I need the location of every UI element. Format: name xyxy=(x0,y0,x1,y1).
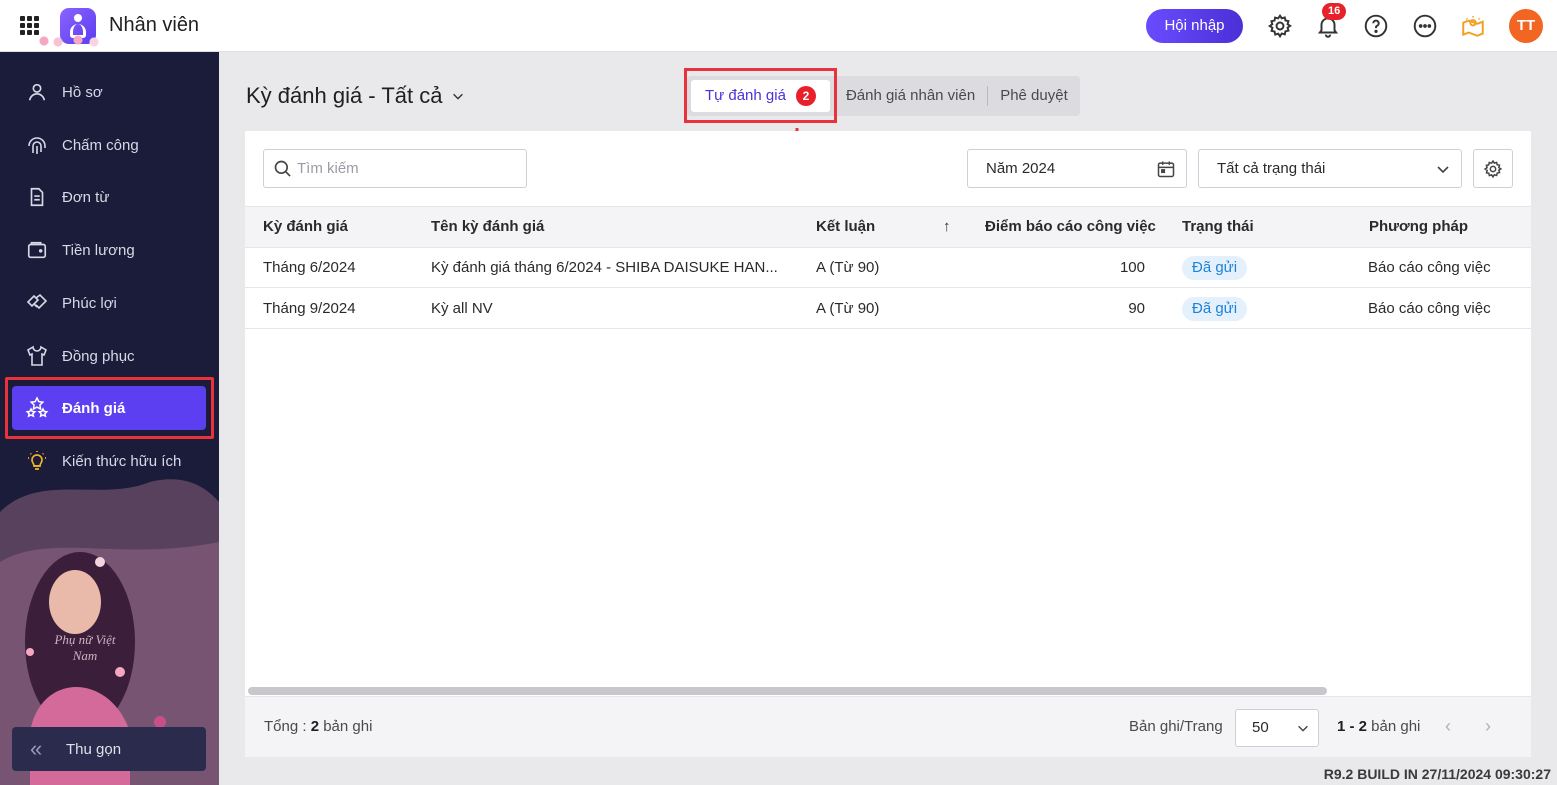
chevron-down-icon xyxy=(1298,725,1308,732)
cell-score: 100 xyxy=(1119,259,1145,276)
cell-name: Kỳ all NV xyxy=(431,300,493,317)
column-header[interactable]: Phương pháp xyxy=(1369,207,1468,247)
cell-period: Tháng 9/2024 xyxy=(263,300,356,317)
highlight-box xyxy=(5,377,214,439)
next-page-icon[interactable]: › xyxy=(1485,716,1491,737)
cell-conclusion: A (Từ 90) xyxy=(816,300,880,317)
sidebar-item-label: Đơn từ xyxy=(62,188,110,206)
chevron-down-icon xyxy=(1437,166,1449,174)
content-card: Năm 2024 Tất cả trạng thái Kỳ đánh giá T… xyxy=(245,131,1531,757)
fingerprint-icon xyxy=(24,132,50,158)
sidebar-item-label: Kiến thức hữu ích xyxy=(62,452,182,470)
collapse-label: Thu gọn xyxy=(66,740,122,758)
tab-phe-duyet[interactable]: Phê duyệt xyxy=(988,76,1080,116)
table-row[interactable]: Tháng 9/2024 Kỳ all NV A (Từ 90) 90 Đã g… xyxy=(245,289,1531,329)
apps-grid-icon[interactable] xyxy=(20,16,39,35)
sidebar-item-cham-cong[interactable]: Chấm công xyxy=(12,123,206,167)
sidebar-item-kien-thuc[interactable]: Kiến thức hữu ích xyxy=(12,439,206,483)
year-value: Năm 2024 xyxy=(986,160,1056,177)
status-value: Tất cả trạng thái xyxy=(1217,160,1326,177)
top-bar: Nhân viên Hội nhập 16 TT xyxy=(0,0,1557,52)
highlight-box xyxy=(684,68,837,123)
column-header[interactable]: Trạng thái xyxy=(1182,207,1254,247)
column-header[interactable]: Kỳ đánh giá xyxy=(263,207,348,247)
person-icon xyxy=(24,79,50,105)
app-logo xyxy=(34,8,114,48)
column-header[interactable]: Kết luận xyxy=(816,207,875,247)
cell-score: 90 xyxy=(1128,300,1145,317)
document-icon xyxy=(24,184,50,210)
search-box xyxy=(263,149,527,188)
year-picker[interactable]: Năm 2024 xyxy=(967,149,1187,188)
sort-arrow-icon[interactable]: ↑ xyxy=(943,207,951,247)
search-icon xyxy=(274,160,291,177)
tab-danh-gia-nhan-vien[interactable]: Đánh giá nhân viên xyxy=(834,76,987,116)
sidebar-item-don-tu[interactable]: Đơn từ xyxy=(12,175,206,219)
cell-period: Tháng 6/2024 xyxy=(263,259,356,276)
page-range: 1 - 2 bản ghi xyxy=(1337,718,1421,735)
column-header[interactable]: Điểm báo cáo công việc xyxy=(985,207,1156,247)
column-header[interactable]: Tên kỳ đánh giá xyxy=(431,207,781,247)
status-badge: Đã gửi xyxy=(1182,256,1248,280)
shirt-icon xyxy=(24,343,50,369)
status-badge: Đã gửi xyxy=(1182,297,1248,321)
cell-method: Báo cáo công việc xyxy=(1368,259,1491,276)
sidebar-item-dong-phuc[interactable]: Đồng phục xyxy=(12,334,206,378)
status-select[interactable]: Tất cả trạng thái xyxy=(1198,149,1462,188)
gear-icon[interactable] xyxy=(1267,13,1293,39)
avatar[interactable]: TT xyxy=(1509,9,1543,43)
sidebar-item-label: Đồng phục xyxy=(62,347,135,365)
sidebar-item-label: Tiền lương xyxy=(62,241,135,259)
search-input[interactable] xyxy=(297,160,517,177)
calendar-icon xyxy=(1157,161,1175,178)
sidebar-item-label: Chấm công xyxy=(62,136,139,154)
per-page-select[interactable]: 50 xyxy=(1235,709,1319,747)
collapse-button[interactable]: « Thu gọn xyxy=(12,727,206,771)
sidebar-item-ho-so[interactable]: Hồ sơ xyxy=(12,70,206,114)
per-page-label: Bản ghi/Trang xyxy=(1129,718,1223,735)
integrate-button[interactable]: Hội nhập xyxy=(1146,9,1243,43)
sidebar-item-label: Phúc lợi xyxy=(62,294,117,312)
app-title: Nhân viên xyxy=(109,14,200,36)
help-icon[interactable] xyxy=(1363,13,1389,39)
double-chevron-left-icon: « xyxy=(30,736,43,761)
notification-badge: 16 xyxy=(1322,3,1347,20)
total-records: Tổng : 2 bản ghi xyxy=(264,718,373,735)
sidebar-decor-text: Phụ nữ Việt Nam xyxy=(54,632,116,663)
handshake-icon xyxy=(24,290,50,316)
lightbulb-icon xyxy=(24,448,50,474)
table-row[interactable]: Tháng 6/2024 Kỳ đánh giá tháng 6/2024 - … xyxy=(245,248,1531,288)
gear-icon xyxy=(1483,159,1503,178)
chevron-down-icon xyxy=(452,93,463,100)
table-footer: Tổng : 2 bản ghi Bản ghi/Trang 50 1 - 2 … xyxy=(245,696,1531,757)
wallet-icon xyxy=(24,237,50,263)
map-pin-icon[interactable] xyxy=(1460,13,1486,39)
build-info: R9.2 BUILD IN 27/11/2024 09:30:27 xyxy=(1323,766,1551,782)
cell-method: Báo cáo công việc xyxy=(1368,300,1491,317)
page-title[interactable]: Kỳ đánh giá - Tất cả xyxy=(246,83,465,109)
sidebar: Phụ nữ Việt Nam Hồ sơ Chấm công Đơn từ T… xyxy=(0,52,219,785)
sidebar-item-label: Hồ sơ xyxy=(62,83,103,101)
table-settings-button[interactable] xyxy=(1473,149,1513,188)
page-title-text: Kỳ đánh giá - Tất cả xyxy=(246,83,443,108)
prev-page-icon[interactable]: ‹ xyxy=(1445,716,1451,737)
cell-conclusion: A (Từ 90) xyxy=(816,259,880,276)
sidebar-item-phuc-loi[interactable]: Phúc lợi xyxy=(12,281,206,325)
more-icon[interactable] xyxy=(1412,13,1438,39)
horizontal-scrollbar[interactable] xyxy=(248,687,1327,695)
sidebar-item-tien-luong[interactable]: Tiền lương xyxy=(12,228,206,272)
table-header: Kỳ đánh giá Tên kỳ đánh giá Kết luận ↑ Đ… xyxy=(245,206,1531,248)
cell-name: Kỳ đánh giá tháng 6/2024 - SHIBA DAISUKE… xyxy=(431,259,778,276)
